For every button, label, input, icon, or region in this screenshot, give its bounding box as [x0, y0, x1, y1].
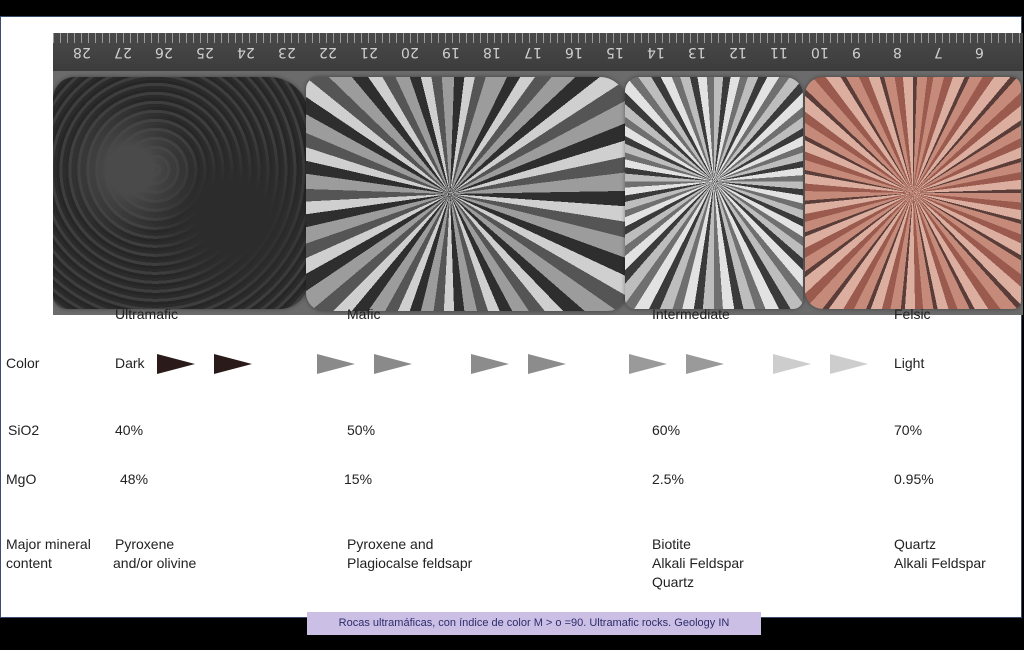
- header-ultramafic: Ultramafic: [115, 306, 179, 322]
- ruler-number: 10: [811, 44, 829, 60]
- ruler-number: 21: [360, 44, 378, 60]
- ruler-number: 25: [196, 44, 214, 60]
- color-arrow: [686, 354, 724, 374]
- mafic-rock-sample: [306, 77, 626, 311]
- image-caption: Rocas ultramáficas, con índice de color …: [307, 612, 761, 635]
- color-dark-label: Dark: [115, 355, 145, 371]
- slide-frame: 28 27 26 25 24 23 22 21 20 19 18 17 16 15 14 13 12 11 10 9 8…: [0, 16, 1023, 618]
- ultramafic-rock-sample: [53, 77, 309, 309]
- color-arrow: [317, 354, 355, 374]
- felsic-rock-sample: [805, 77, 1021, 309]
- row-label-minerals: Major mineral content: [6, 536, 91, 571]
- ruler-number: 19: [442, 44, 460, 60]
- color-arrow: [157, 354, 195, 374]
- ruler-number: 6: [975, 44, 984, 60]
- ruler-number: 13: [688, 44, 706, 60]
- ruler-number: 7: [934, 44, 943, 60]
- ruler: 28 27 26 25 24 23 22 21 20 19 18 17 16 15 14 13 12 11 10 9 8…: [53, 33, 1023, 71]
- header-felsic: Felsic: [894, 306, 931, 322]
- ruler-number: 27: [114, 44, 132, 60]
- ruler-number: 9: [852, 44, 861, 60]
- color-arrow: [471, 354, 509, 374]
- sio2-felsic: 70%: [894, 422, 923, 438]
- color-arrow: [214, 354, 252, 374]
- rock-samples-photo: 28 27 26 25 24 23 22 21 20 19 18 17 16 15 14 13 12 11 10 9 8…: [53, 33, 1023, 315]
- ruler-number: 26: [155, 44, 173, 60]
- ruler-number: 15: [606, 44, 624, 60]
- row-label-color: Color: [6, 355, 40, 371]
- ruler-number: 11: [770, 44, 788, 60]
- color-arrow: [773, 354, 811, 374]
- ruler-number: 28: [73, 44, 91, 60]
- ruler-number: 23: [278, 44, 296, 60]
- color-arrow: [528, 354, 566, 374]
- intermediate-rock-sample: [625, 77, 803, 309]
- color-arrow: [629, 354, 667, 374]
- sio2-mafic: 50%: [347, 422, 376, 438]
- color-light-label: Light: [894, 355, 925, 371]
- sio2-intermediate: 60%: [652, 422, 681, 438]
- color-arrow: [830, 354, 868, 374]
- ruler-number: 20: [401, 44, 419, 60]
- ruler-number: 14: [647, 44, 665, 60]
- mgo-felsic: 0.95%: [894, 471, 934, 487]
- ruler-number: 17: [524, 44, 542, 60]
- header-intermediate: Intermediate: [652, 306, 730, 322]
- color-arrow: [374, 354, 412, 374]
- header-mafic: Mafic: [347, 306, 381, 322]
- ruler-number: 18: [483, 44, 501, 60]
- row-label-sio2: SiO2: [8, 422, 40, 438]
- mgo-intermediate: 2.5%: [652, 471, 684, 487]
- row-label-mgo: MgO: [6, 471, 37, 487]
- minerals-ultramafic: Pyroxene and/or olivine: [113, 536, 197, 571]
- mgo-ultramafic: 48%: [120, 471, 149, 487]
- ruler-number: 16: [565, 44, 583, 60]
- ruler-number: 24: [237, 44, 255, 60]
- mgo-mafic: 15%: [344, 471, 373, 487]
- sio2-ultramafic: 40%: [115, 422, 144, 438]
- minerals-intermediate: Biotite Alkali Feldspar Quartz: [652, 536, 744, 590]
- minerals-mafic: Pyroxene and Plagiocalse feldsapr: [347, 536, 473, 571]
- ruler-number: 12: [729, 44, 747, 60]
- minerals-felsic: Quartz Alkali Feldspar: [894, 536, 986, 571]
- ruler-number: 22: [319, 44, 337, 60]
- ruler-number: 8: [893, 44, 902, 60]
